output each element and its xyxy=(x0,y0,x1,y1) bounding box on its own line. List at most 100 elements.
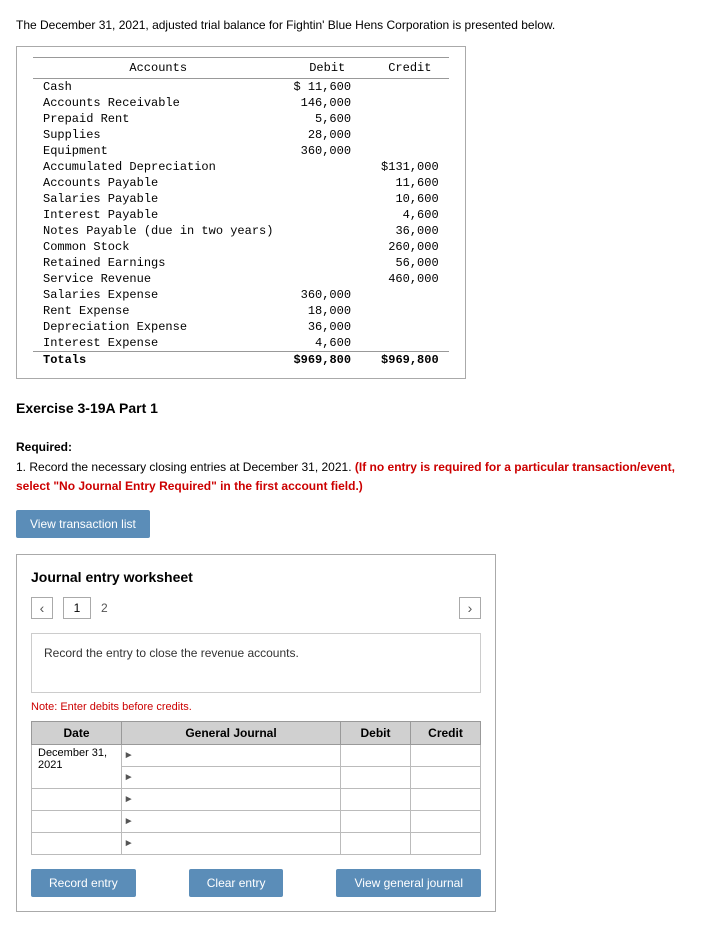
general-journal-input-1[interactable] xyxy=(136,745,341,767)
debit-field-5[interactable] xyxy=(341,833,410,854)
debit-input-2[interactable] xyxy=(341,767,411,789)
arrow-cell-2[interactable]: ► xyxy=(122,767,136,789)
arrow-cell-5[interactable]: ► xyxy=(122,833,136,855)
account-name: Interest Payable xyxy=(33,207,283,223)
debit-input-3[interactable] xyxy=(341,789,411,811)
date-column-header: Date xyxy=(32,722,122,745)
credit-value: 11,600 xyxy=(371,175,449,191)
debit-value xyxy=(283,207,371,223)
general-journal-input-5[interactable] xyxy=(136,833,341,855)
debit-value xyxy=(283,159,371,175)
credit-value: 56,000 xyxy=(371,255,449,271)
credit-value xyxy=(371,111,449,127)
credit-field-1[interactable] xyxy=(411,745,480,766)
credit-value: 460,000 xyxy=(371,271,449,287)
debit-field-2[interactable] xyxy=(341,767,410,788)
credit-value xyxy=(371,127,449,143)
debit-value: 36,000 xyxy=(283,319,371,335)
trial-balance-table: Accounts Debit Credit Cash$ 11,600Accoun… xyxy=(33,57,449,368)
credit-value xyxy=(371,143,449,159)
date-cell-5 xyxy=(32,833,122,855)
record-entry-button[interactable]: Record entry xyxy=(31,869,136,897)
general-journal-field-2[interactable] xyxy=(136,767,341,788)
credit-value: 260,000 xyxy=(371,239,449,255)
arrow-cell-4[interactable]: ► xyxy=(122,811,136,833)
credit-header: Credit xyxy=(371,58,449,79)
debit-value xyxy=(283,239,371,255)
debit-value xyxy=(283,255,371,271)
prev-page-button[interactable]: ‹ xyxy=(31,597,53,619)
credit-field-4[interactable] xyxy=(411,811,480,832)
account-name: Accumulated Depreciation xyxy=(33,159,283,175)
general-journal-field-3[interactable] xyxy=(136,789,341,810)
journal-row-5: ► xyxy=(32,833,481,855)
journal-table: Date General Journal Debit Credit Decemb… xyxy=(31,721,481,855)
account-name: Notes Payable (due in two years) xyxy=(33,223,283,239)
credit-input-1[interactable] xyxy=(411,745,481,767)
debit-value: 18,000 xyxy=(283,303,371,319)
action-buttons: Record entry Clear entry View general jo… xyxy=(31,869,481,897)
arrow-cell-3[interactable]: ► xyxy=(122,789,136,811)
account-name: Service Revenue xyxy=(33,271,283,287)
credit-value: 4,600 xyxy=(371,207,449,223)
worksheet-instruction: Record the entry to close the revenue ac… xyxy=(31,633,481,693)
general-journal-input-4[interactable] xyxy=(136,811,341,833)
general-journal-field-1[interactable] xyxy=(136,745,341,766)
debit-field-3[interactable] xyxy=(341,789,410,810)
debit-header: Debit xyxy=(283,58,371,79)
view-general-journal-button[interactable]: View general journal xyxy=(336,869,481,897)
journal-worksheet: Journal entry worksheet ‹ 1 2 › Record t… xyxy=(16,554,496,912)
general-journal-input-3[interactable] xyxy=(136,789,341,811)
credit-field-2[interactable] xyxy=(411,767,480,788)
pagination: ‹ 1 2 › xyxy=(31,597,481,619)
debit-value xyxy=(283,175,371,191)
journal-row-4: ► xyxy=(32,811,481,833)
credit-input-3[interactable] xyxy=(411,789,481,811)
exercise-title: Exercise 3-19A Part 1 xyxy=(16,400,692,416)
general-journal-input-2[interactable] xyxy=(136,767,341,789)
debit-value: 28,000 xyxy=(283,127,371,143)
credit-value: 36,000 xyxy=(371,223,449,239)
next-page-button[interactable]: › xyxy=(459,597,481,619)
credit-value xyxy=(371,335,449,352)
view-transaction-button[interactable]: View transaction list xyxy=(16,510,150,538)
account-name: Rent Expense xyxy=(33,303,283,319)
account-name: Interest Expense xyxy=(33,335,283,352)
debit-value: 4,600 xyxy=(283,335,371,352)
debit-value xyxy=(283,191,371,207)
clear-entry-button[interactable]: Clear entry xyxy=(189,869,284,897)
instructions: 1. Record the necessary closing entries … xyxy=(16,458,692,496)
credit-field-5[interactable] xyxy=(411,833,480,854)
accounts-header: Accounts xyxy=(33,58,283,79)
credit-input-4[interactable] xyxy=(411,811,481,833)
debit-field-4[interactable] xyxy=(341,811,410,832)
date-cell-3 xyxy=(32,789,122,811)
credit-field-3[interactable] xyxy=(411,789,480,810)
credit-input-2[interactable] xyxy=(411,767,481,789)
trial-balance-container: Accounts Debit Credit Cash$ 11,600Accoun… xyxy=(16,46,466,379)
credit-column-header: Credit xyxy=(411,722,481,745)
journal-row-1: December 31,2021 ► xyxy=(32,745,481,767)
date-cell-4 xyxy=(32,811,122,833)
debit-column-header: Debit xyxy=(341,722,411,745)
credit-value xyxy=(371,79,449,96)
instruction-text: Record the necessary closing entries at … xyxy=(29,460,351,474)
credit-value xyxy=(371,95,449,111)
debit-value xyxy=(283,271,371,287)
debit-input-4[interactable] xyxy=(341,811,411,833)
debit-value: $ 11,600 xyxy=(283,79,371,96)
credit-input-5[interactable] xyxy=(411,833,481,855)
general-journal-field-4[interactable] xyxy=(136,811,341,832)
debit-field-1[interactable] xyxy=(341,745,410,766)
general-journal-field-5[interactable] xyxy=(136,833,341,854)
instruction-number: 1. xyxy=(16,460,26,474)
debit-value xyxy=(283,223,371,239)
arrow-cell-1[interactable]: ► xyxy=(122,745,136,767)
credit-value: 10,600 xyxy=(371,191,449,207)
debit-input-5[interactable] xyxy=(341,833,411,855)
debit-value: 5,600 xyxy=(283,111,371,127)
debit-value: 360,000 xyxy=(283,143,371,159)
journal-row-3: ► xyxy=(32,789,481,811)
debit-input-1[interactable] xyxy=(341,745,411,767)
credit-value: $131,000 xyxy=(371,159,449,175)
